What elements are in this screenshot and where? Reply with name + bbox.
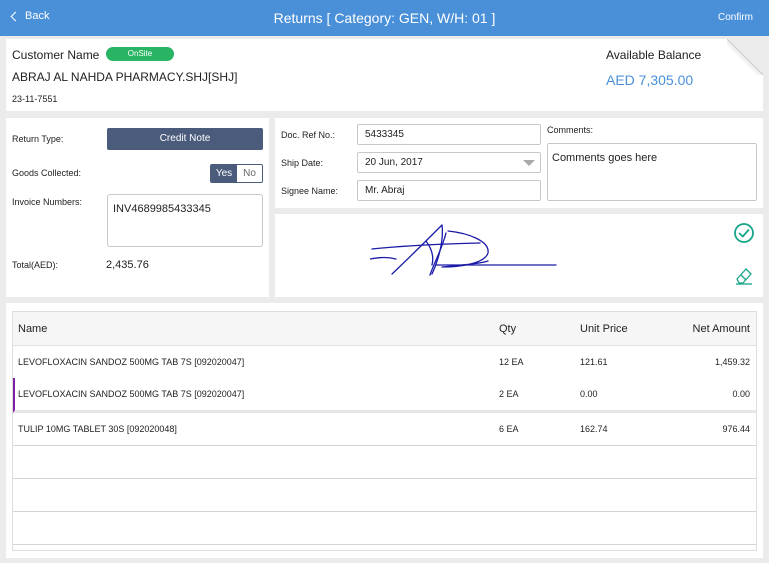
customer-name: ABRAJ AL NAHDA PHARMACY.SHJ[SHJ] [12, 70, 238, 84]
header-name: Name [18, 323, 48, 335]
item-name: TULIP 10MG TABLET 30S [092020048] [18, 424, 177, 434]
signature-pad[interactable] [275, 214, 763, 297]
items-table: Name Qty Unit Price Net Amount LEVOFLOXA… [12, 311, 757, 551]
ship-date-dropdown[interactable]: 20 Jun, 2017 [357, 152, 541, 173]
comments-field[interactable]: Comments goes here [547, 143, 757, 201]
item-qty: 2 EA [499, 389, 519, 399]
return-type-button[interactable]: Credit Note [107, 128, 263, 150]
invoice-numbers-label: Invoice Numbers: [12, 197, 83, 207]
dropdown-arrow-icon [523, 160, 535, 166]
available-balance-label: Available Balance [606, 48, 702, 62]
item-name: LEVOFLOXACIN SANDOZ 500MG TAB 7S [092020… [18, 357, 245, 367]
total-value: 2,435.76 [106, 259, 149, 271]
document-form-panel: Doc. Ref No.: 5433345 Ship Date: 20 Jun,… [275, 118, 763, 208]
goods-collected-yes[interactable]: Yes [211, 165, 237, 182]
eraser-icon[interactable] [733, 264, 755, 286]
status-badge: OnSite [106, 47, 174, 61]
customer-panel: Customer Name OnSite ABRAJ AL NAHDA PHAR… [6, 39, 763, 111]
item-net-amount: 976.44 [722, 424, 750, 434]
item-net-amount: 1,459.32 [714, 357, 750, 367]
goods-collected-toggle: Yes No [210, 164, 263, 183]
item-net-amount: 0.00 [732, 389, 750, 399]
return-details-panel: Return Type: Credit Note Goods Collected… [6, 118, 269, 297]
empty-row [13, 512, 756, 545]
items-table-panel: Name Qty Unit Price Net Amount LEVOFLOXA… [6, 303, 763, 558]
item-qty: 6 EA [499, 424, 519, 434]
header-qty: Qty [499, 323, 517, 335]
customer-name-label: Customer Name [12, 48, 100, 62]
return-type-label: Return Type: [12, 134, 64, 144]
item-unit-price: 121.61 [580, 357, 608, 367]
header-net-amount: Net Amount [692, 323, 750, 335]
comments-label: Comments: [547, 125, 594, 135]
ship-date-value: 20 Jun, 2017 [365, 157, 423, 168]
page-title: Returns [ Category: GEN, W/H: 01 ] [273, 10, 496, 26]
confirm-button[interactable]: Confirm [718, 12, 753, 23]
navigation-bar: Back Returns [ Category: GEN, W/H: 01 ] … [0, 0, 769, 36]
table-header: Name Qty Unit Price Net Amount [13, 312, 756, 346]
page-curl-icon[interactable] [727, 39, 763, 75]
item-unit-price: 162.74 [580, 424, 608, 434]
check-circle-icon[interactable] [733, 222, 755, 244]
header-unit-price: Unit Price [580, 323, 628, 335]
doc-ref-label: Doc. Ref No.: [281, 130, 336, 140]
goods-collected-label: Goods Collected: [12, 168, 82, 178]
goods-collected-no[interactable]: No [237, 165, 262, 182]
empty-row [13, 479, 756, 512]
doc-ref-input[interactable]: 5433345 [357, 124, 541, 145]
table-row[interactable]: LEVOFLOXACIN SANDOZ 500MG TAB 7S [092020… [13, 346, 756, 379]
customer-code: 23-11-7551 [12, 94, 58, 104]
signee-name-input[interactable]: Mr. Abraj [357, 180, 541, 201]
signee-name-label: Signee Name: [281, 186, 339, 196]
invoice-numbers-field[interactable]: INV4689985433345 [107, 194, 263, 247]
item-qty: 12 EA [499, 357, 524, 367]
ship-date-label: Ship Date: [281, 158, 324, 168]
table-row-selected[interactable]: LEVOFLOXACIN SANDOZ 500MG TAB 7S [092020… [13, 378, 756, 413]
available-balance-value: AED 7,305.00 [606, 72, 694, 88]
item-unit-price: 0.00 [580, 389, 598, 399]
total-label: Total(AED): [12, 260, 59, 270]
table-row[interactable]: TULIP 10MG TABLET 30S [092020048] 6 EA 1… [13, 413, 756, 446]
empty-row [13, 446, 756, 479]
item-name: LEVOFLOXACIN SANDOZ 500MG TAB 7S [092020… [18, 389, 245, 399]
signature-drawing [370, 224, 557, 276]
